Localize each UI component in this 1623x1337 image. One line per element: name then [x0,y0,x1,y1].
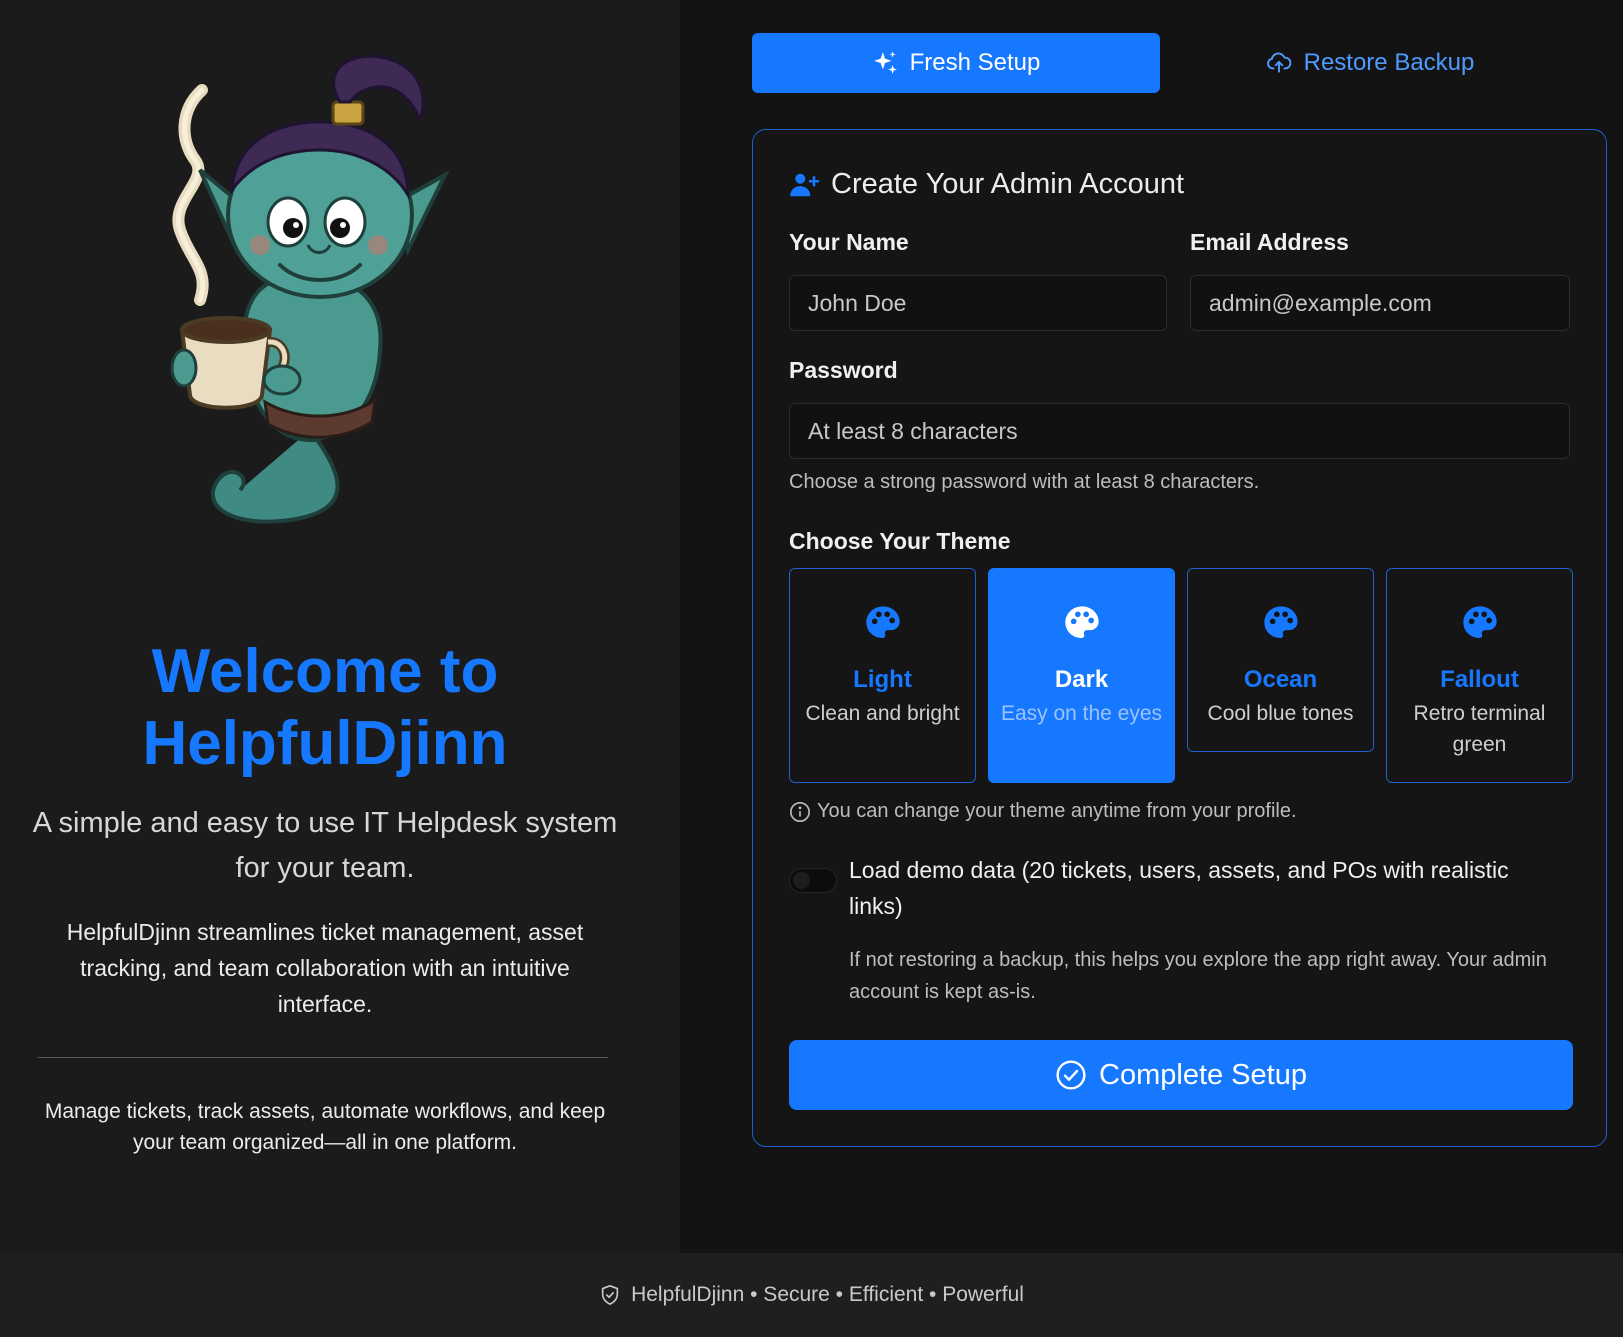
password-hint: Choose a strong password with at least 8… [789,471,1260,493]
palette-icon [1064,606,1099,638]
theme-desc-dark: Easy on the eyes [1000,702,1163,725]
welcome-line-1: Welcome to [151,637,499,706]
theme-option-dark[interactable]: Dark Easy on the eyes [988,568,1175,783]
user-plus-icon [790,173,819,196]
welcome-panel: Welcome to HelpfulDjinn A simple and eas… [0,0,680,1253]
shield-icon [601,1285,619,1305]
footer: HelpfulDjinn • Secure • Efficient • Powe… [0,1253,1623,1337]
theme-desc-light: Clean and bright [805,702,960,725]
name-input[interactable]: John Doe [789,275,1167,331]
welcome-heading: Welcome to HelpfulDjinn [40,636,610,780]
theme-name-dark: Dark [1054,666,1109,693]
theme-option-fallout[interactable]: Fallout Retro terminal green [1386,568,1573,783]
theme-name-ocean: Ocean [1243,666,1318,693]
password-label: Password [789,357,898,383]
admin-account-card: Create Your Admin Account Your Name Emai… [752,129,1607,1147]
card-title: Create Your Admin Account [789,168,1184,201]
demo-data-help: If not restoring a backup, this helps yo… [849,949,1547,1003]
tagline: A simple and easy to use IT Helpdesk sys… [32,807,618,884]
djinn-mascot-image [170,54,450,524]
theme-label: Choose Your Theme [789,528,1011,554]
palette-icon [865,606,900,638]
tab-restore-backup-label: Restore Backup [1303,49,1475,76]
sparkles-icon [873,51,897,74]
theme-desc-fallout: Retro terminal green [1413,702,1546,756]
check-circle-icon [1056,1060,1086,1090]
theme-hint-text: You can change your theme anytime from y… [817,800,1297,822]
demo-data-toggle[interactable] [789,868,837,893]
email-label: Email Address [1190,229,1349,255]
welcome-description: HelpfulDjinn streamlines ticket manageme… [66,919,584,1017]
theme-desc-ocean: Cool blue tones [1207,702,1354,725]
divider [38,1057,608,1058]
theme-hint: You can change your theme anytime from y… [789,800,1297,823]
card-title-text: Create Your Admin Account [831,168,1185,200]
theme-option-ocean[interactable]: Ocean Cool blue tones [1187,568,1374,752]
palette-icon [1263,606,1298,638]
complete-setup-label: Complete Setup [1099,1058,1307,1091]
tab-fresh-setup[interactable]: Fresh Setup [752,33,1160,93]
footer-text: HelpfulDjinn • Secure • Efficient • Powe… [631,1283,1024,1306]
name-label: Your Name [789,229,909,255]
theme-name-light: Light [853,666,912,693]
complete-setup-button[interactable]: Complete Setup [789,1040,1573,1110]
welcome-line-2: HelpfulDjinn [142,709,508,778]
email-input[interactable]: admin@example.com [1190,275,1570,331]
welcome-subdescription: Manage tickets, track assets, automate w… [44,1100,606,1154]
password-input[interactable]: At least 8 characters [789,403,1570,459]
tab-fresh-setup-label: Fresh Setup [909,49,1041,76]
theme-option-light[interactable]: Light Clean and bright [789,568,976,783]
tab-restore-backup[interactable]: Restore Backup [1170,33,1570,93]
cloud-upload-icon [1266,52,1291,73]
palette-icon [1462,606,1497,638]
demo-data-label: Load demo data (20 tickets, users, asset… [849,857,1509,919]
info-icon [790,801,810,822]
theme-name-fallout: Fallout [1440,666,1519,693]
